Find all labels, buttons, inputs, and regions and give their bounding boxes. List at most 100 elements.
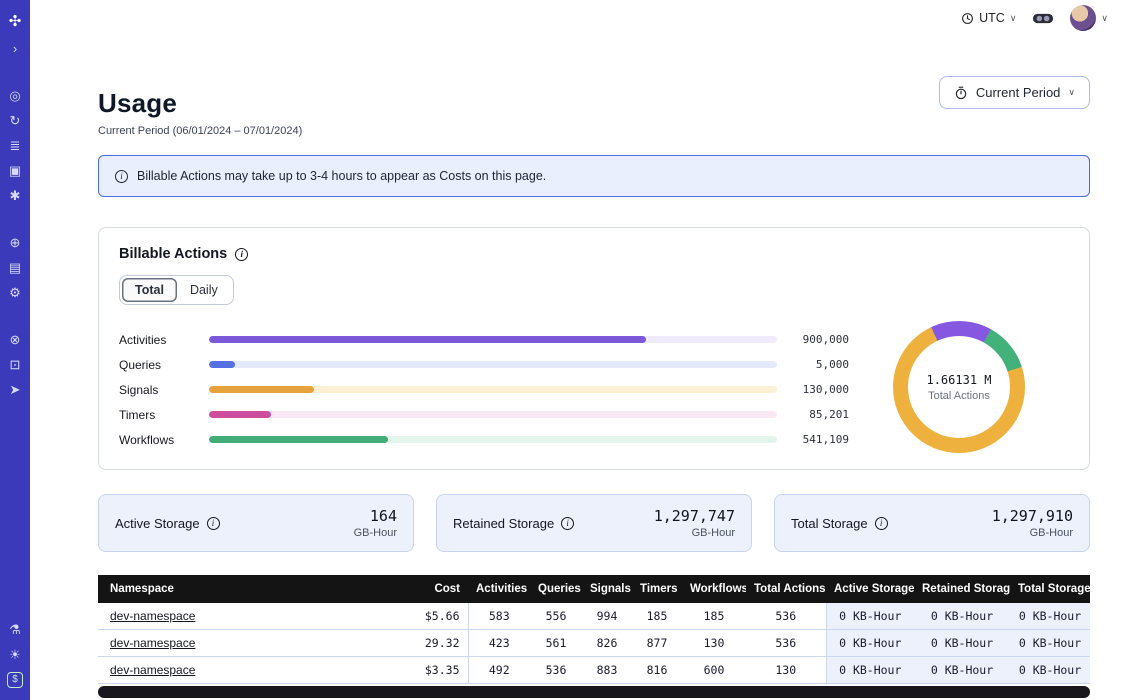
package-icon[interactable]: ▣ <box>0 158 30 183</box>
support-icon[interactable]: ⊗ <box>0 327 30 352</box>
flask-glyph: ⚗ <box>9 622 21 638</box>
tab-daily[interactable]: Daily <box>177 278 231 302</box>
spiral-icon[interactable]: ◎ <box>0 83 30 108</box>
active-storage-cell: 0 KB-Hour <box>826 657 914 684</box>
goggles-icon[interactable] <box>1032 11 1054 26</box>
main-content: Usage Current Period (06/01/2024 – 07/01… <box>30 36 1126 698</box>
billable-actions-card: Billable Actions i Total Daily Activitie… <box>98 227 1090 470</box>
history-glyph: ↻ <box>10 113 21 129</box>
column-header: Timers <box>632 575 682 603</box>
tab-total[interactable]: Total <box>122 278 177 302</box>
bar-row-activities: Activities 900,000 <box>119 327 849 352</box>
asterisk-icon[interactable]: ✱ <box>0 183 30 208</box>
support-glyph: ⊗ <box>10 332 21 348</box>
sun-icon[interactable]: ☀ <box>0 642 30 667</box>
logo-glyph: ✣ <box>9 12 22 30</box>
namespace-link[interactable]: dev-namespace <box>110 663 195 677</box>
sidebar: ✣ › ◎ ↻ ≣ ▣ ✱ ⊕ ▤ ⚙ ⊗ ⊡ ➤ ⚗ ☀ $ <box>0 0 30 700</box>
timezone-selector[interactable]: UTC ∨ <box>961 11 1016 25</box>
avatar <box>1070 5 1096 31</box>
spiral-glyph: ◎ <box>9 88 20 104</box>
layers-icon[interactable]: ≣ <box>0 133 30 158</box>
stat-unit: GB-Hour <box>992 527 1073 539</box>
activities-cell: 492 <box>468 657 530 684</box>
period-button-label: Current Period <box>976 85 1061 100</box>
signals-cell: 883 <box>582 657 632 684</box>
timers-cell: 816 <box>632 657 682 684</box>
namespace-link[interactable]: dev-namespace <box>110 636 195 650</box>
bar-track <box>209 361 777 368</box>
bar-row-queries: Queries 5,000 <box>119 352 849 377</box>
gear-glyph: ⚙ <box>9 285 21 301</box>
bar-value: 900,000 <box>791 333 849 346</box>
cost-cell: $5.66 <box>398 603 468 630</box>
info-icon[interactable]: i <box>875 517 888 530</box>
column-header: Active Storage <box>826 575 914 603</box>
usage-dollar-icon[interactable]: $ <box>0 667 30 692</box>
account-menu[interactable]: ∨ <box>1070 5 1108 31</box>
asterisk-glyph: ✱ <box>10 188 21 204</box>
billable-bar-chart: Activities 900,000 Queries 5,000 Signals… <box>119 321 849 453</box>
stat-label: Total Storage <box>791 516 868 531</box>
total-storage-cell: 0 KB-Hour <box>1010 657 1090 684</box>
active-storage-card: Active Storagei 164 GB-Hour <box>98 494 414 552</box>
column-header: Namespace <box>98 575 398 603</box>
chevron-down-icon: ∨ <box>1010 13 1017 24</box>
terminal-icon[interactable]: ⊡ <box>0 352 30 377</box>
queries-cell: 556 <box>530 603 582 630</box>
timers-cell: 185 <box>632 603 682 630</box>
info-icon[interactable]: i <box>561 517 574 530</box>
horizontal-scrollbar[interactable] <box>98 686 1090 698</box>
bar-track <box>209 386 777 393</box>
bar-row-timers: Timers 85,201 <box>119 402 849 427</box>
bar-row-workflows: Workflows 541,109 <box>119 427 849 452</box>
cost-cell: 29.32 <box>398 630 468 657</box>
timers-cell: 877 <box>632 630 682 657</box>
info-icon[interactable]: i <box>207 517 220 530</box>
bar-value: 5,000 <box>791 358 849 371</box>
history-icon[interactable]: ↻ <box>0 108 30 133</box>
table-row: dev-namespace $5.66 583 556 994 185 185 … <box>98 603 1090 630</box>
bar-value: 130,000 <box>791 383 849 396</box>
dollar-glyph: $ <box>7 672 23 688</box>
queries-cell: 536 <box>530 657 582 684</box>
info-icon[interactable]: i <box>115 170 128 183</box>
chevron-down-icon: ∨ <box>1068 87 1075 98</box>
bar-fill <box>209 336 646 343</box>
gear-icon[interactable]: ⚙ <box>0 280 30 305</box>
namespace-link[interactable]: dev-namespace <box>110 609 195 623</box>
info-icon[interactable]: i <box>235 248 248 261</box>
column-header: Total Storage <box>1010 575 1090 603</box>
active-storage-cell: 0 KB-Hour <box>826 603 914 630</box>
column-header: Signals <box>582 575 632 603</box>
package-glyph: ▣ <box>9 163 21 179</box>
globe-icon[interactable]: ⊕ <box>0 230 30 255</box>
active-storage-cell: 0 KB-Hour <box>826 630 914 657</box>
flask-icon[interactable]: ⚗ <box>0 617 30 642</box>
terminal-glyph: ⊡ <box>10 357 21 373</box>
workflows-cell: 130 <box>682 630 746 657</box>
workflows-cell: 185 <box>682 603 746 630</box>
total-storage-card: Total Storagei 1,297,910 GB-Hour <box>774 494 1090 552</box>
retained-storage-cell: 0 KB-Hour <box>914 630 1010 657</box>
bar-value: 541,109 <box>791 433 849 446</box>
page-title: Usage <box>98 88 302 119</box>
goggles-glyph <box>1032 11 1054 26</box>
banner-text: Billable Actions may take up to 3-4 hour… <box>137 169 546 183</box>
table-row: dev-namespace 29.32 423 561 826 877 130 … <box>98 630 1090 657</box>
temporal-logo-icon[interactable]: ✣ <box>0 6 30 36</box>
current-period-subtitle: Current Period (06/01/2024 – 07/01/2024) <box>98 125 302 137</box>
signals-cell: 826 <box>582 630 632 657</box>
stat-value: 1,297,747 <box>654 507 735 525</box>
billing-glyph: ▤ <box>9 260 21 276</box>
billing-card-icon[interactable]: ▤ <box>0 255 30 280</box>
rocket-icon[interactable]: ➤ <box>0 377 30 402</box>
activities-cell: 423 <box>468 630 530 657</box>
period-dropdown-button[interactable]: Current Period ∨ <box>939 76 1090 109</box>
total-actions-cell: 536 <box>746 603 826 630</box>
workflows-cell: 600 <box>682 657 746 684</box>
stopwatch-icon <box>954 86 968 100</box>
expand-sidebar-icon[interactable]: › <box>0 36 30 61</box>
column-header: Activities <box>468 575 530 603</box>
chevron-right-icon: › <box>13 41 17 56</box>
